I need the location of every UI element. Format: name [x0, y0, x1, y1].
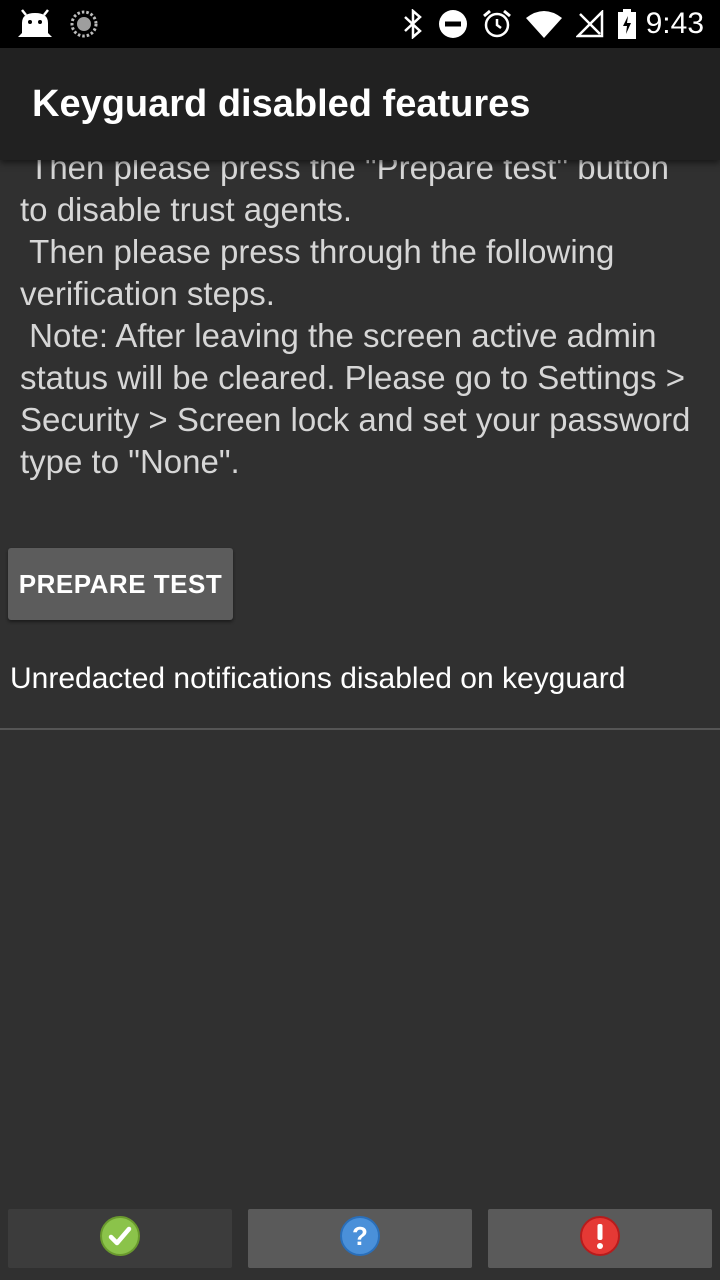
pass-check-icon [99, 1215, 141, 1262]
android-debug-icon [18, 9, 52, 39]
pass-button[interactable] [8, 1209, 232, 1268]
bluetooth-icon [402, 9, 424, 39]
svg-text:?: ? [352, 1221, 368, 1251]
wifi-icon [525, 10, 562, 38]
status-time: 9:43 [645, 7, 704, 40]
info-button[interactable]: ? [248, 1209, 472, 1268]
content-scroll-area[interactable]: password to "testpassword". Then please … [0, 160, 720, 1200]
status-bar: 9:43 [0, 0, 720, 48]
no-signal-icon [575, 10, 604, 38]
fail-button[interactable] [488, 1209, 712, 1268]
sync-spinner-icon [70, 10, 98, 38]
alarm-icon [482, 9, 512, 39]
page-title: Keyguard disabled features [32, 82, 531, 125]
divider [0, 728, 720, 730]
app-bar: Keyguard disabled features [0, 48, 720, 160]
test-status-text: Unredacted notifications disabled on key… [10, 662, 626, 695]
do-not-disturb-icon [438, 9, 468, 39]
fail-exclamation-icon [579, 1215, 621, 1262]
info-question-icon: ? [339, 1215, 381, 1262]
instructions-text: password to "testpassword". Then please … [20, 160, 691, 480]
battery-charging-icon [617, 9, 636, 39]
prepare-test-button[interactable]: PREPARE TEST [8, 548, 233, 620]
